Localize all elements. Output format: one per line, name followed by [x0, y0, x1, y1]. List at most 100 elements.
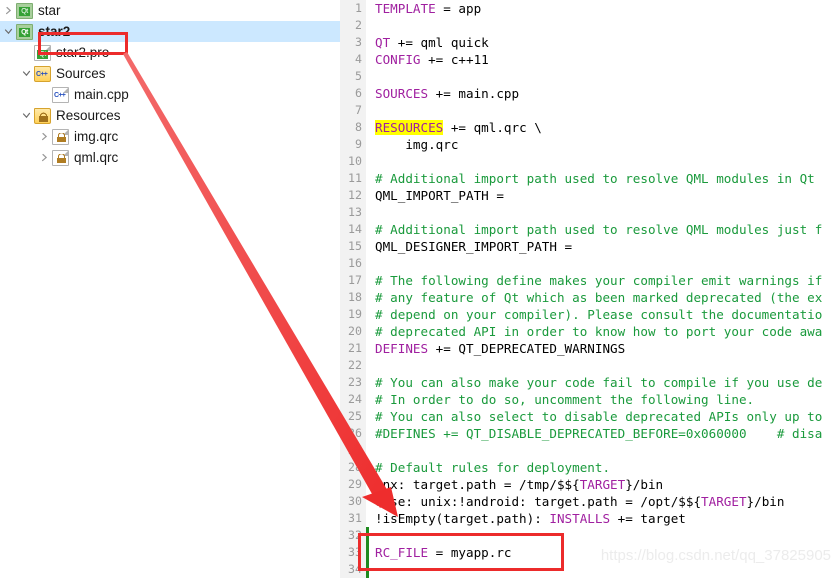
cpp-file-icon	[52, 86, 69, 103]
code-text: else: unix:!android: target.path = /opt/…	[369, 493, 784, 510]
code-token: #DEFINES += QT_DISABLE_DEPRECATED_BEFORE…	[375, 426, 823, 441]
tree-item-resources[interactable]: Resources	[0, 105, 340, 126]
code-text: !isEmpty(target.path): INSTALLS += targe…	[369, 510, 686, 527]
line-number: 7	[340, 102, 366, 119]
tree-item-main-cpp[interactable]: main.cpp	[0, 84, 340, 105]
code-token: RESOURCES	[375, 120, 444, 135]
code-token: # Additional import path used to resolve…	[375, 222, 823, 237]
code-line[interactable]: 17 # The following define makes your comp…	[340, 272, 837, 289]
line-number: 4	[340, 51, 366, 68]
code-line[interactable]: 19 # depend on your compiler). Please con…	[340, 306, 837, 323]
code-editor[interactable]: 1 TEMPLATE = app 2 3 QT += qml quick 4 CONFIG…	[340, 0, 837, 578]
code-line[interactable]: 10	[340, 153, 837, 170]
code-line[interactable]: 23 # You can also make your code fail to …	[340, 374, 837, 391]
project-tree-panel: star star2 star2.pro Sources main.cpp Resourc…	[0, 0, 340, 578]
code-line[interactable]: 13	[340, 204, 837, 221]
code-line[interactable]: 20 # deprecated API in order to know how …	[340, 323, 837, 340]
code-line[interactable]: 12 QML_IMPORT_PATH =	[340, 187, 837, 204]
line-number: 6	[340, 85, 366, 102]
code-token: += QT_DEPRECATED_WARNINGS	[428, 341, 626, 356]
code-text: RESOURCES += qml.qrc \	[369, 119, 542, 136]
chevron-right-icon[interactable]	[36, 132, 52, 141]
code-line[interactable]: 16	[340, 255, 837, 272]
code-line[interactable]: 3 QT += qml quick	[340, 34, 837, 51]
line-number: 23	[340, 374, 366, 391]
code-text: qnx: target.path = /tmp/$${TARGET}/bin	[369, 476, 663, 493]
code-line[interactable]: 11 # Additional import path used to resol…	[340, 170, 837, 187]
chevron-right-icon[interactable]	[36, 153, 52, 162]
line-number: 30	[340, 493, 366, 510]
qt-pro-file-icon	[34, 44, 51, 61]
tree-item-sources[interactable]: Sources	[0, 63, 340, 84]
code-line[interactable]: 7	[340, 102, 837, 119]
code-line[interactable]: 9 img.qrc	[340, 136, 837, 153]
cpp-folder-icon	[34, 65, 51, 82]
code-line[interactable]: 31 !isEmpty(target.path): INSTALLS += tar…	[340, 510, 837, 527]
line-number: 11	[340, 170, 366, 187]
code-token: # Additional import path used to resolve…	[375, 171, 815, 186]
code-text: # The following define makes your compil…	[369, 272, 822, 289]
tree-item-star2[interactable]: star2	[0, 21, 340, 42]
tree-item-star[interactable]: star	[0, 0, 340, 21]
code-line[interactable]: 32	[340, 527, 837, 544]
code-line[interactable]: 5	[340, 68, 837, 85]
code-line[interactable]: 6 SOURCES += main.cpp	[340, 85, 837, 102]
code-lines-container[interactable]: 1 TEMPLATE = app 2 3 QT += qml quick 4 CONFIG…	[340, 0, 837, 578]
code-line[interactable]: 33 RC_FILE = myapp.rc	[340, 544, 837, 561]
code-line[interactable]: 8 RESOURCES += qml.qrc \	[340, 119, 837, 136]
code-token: += qml.qrc \	[443, 120, 542, 135]
code-line[interactable]: 26 #DEFINES += QT_DISABLE_DEPRECATED_BEFO…	[340, 425, 837, 442]
code-line[interactable]: 24 # In order to do so, uncomment the fol…	[340, 391, 837, 408]
code-line[interactable]: 27	[340, 442, 837, 459]
line-number: 3	[340, 34, 366, 51]
code-text: SOURCES += main.cpp	[369, 85, 519, 102]
code-text: QML_DESIGNER_IMPORT_PATH =	[369, 238, 572, 255]
code-token: TARGET	[701, 494, 747, 509]
code-line[interactable]: 30 else: unix:!android: target.path = /op…	[340, 493, 837, 510]
code-token: qnx: target.path = /tmp/$${	[375, 477, 580, 492]
chevron-right-icon[interactable]	[0, 6, 16, 15]
code-text: img.qrc	[369, 136, 458, 153]
tree-item-label: star2.pro	[56, 45, 110, 60]
code-text: QML_IMPORT_PATH =	[369, 187, 504, 204]
tree-item-star2-pro[interactable]: star2.pro	[0, 42, 340, 63]
code-token: }/bin	[746, 494, 785, 509]
code-line[interactable]: 2	[340, 17, 837, 34]
code-line[interactable]: 14 # Additional import path used to resol…	[340, 221, 837, 238]
tree-item-qml-qrc[interactable]: qml.qrc	[0, 147, 340, 168]
code-text: CONFIG += c++11	[369, 51, 489, 68]
code-token: = app	[435, 1, 482, 16]
code-line[interactable]: 15 QML_DESIGNER_IMPORT_PATH =	[340, 238, 837, 255]
line-number: 26	[340, 425, 366, 442]
code-line[interactable]: 28 # Default rules for deployment.	[340, 459, 837, 476]
chevron-down-icon[interactable]	[18, 111, 34, 120]
chevron-down-icon[interactable]	[18, 69, 34, 78]
line-number: 20	[340, 323, 366, 340]
tree-item-label: qml.qrc	[74, 150, 119, 165]
code-line[interactable]: 21 DEFINES += QT_DEPRECATED_WARNINGS	[340, 340, 837, 357]
code-text: # Additional import path used to resolve…	[369, 221, 822, 238]
line-number: 33	[340, 544, 366, 561]
code-text: # You can also make your code fail to co…	[369, 374, 822, 391]
qt-project-icon	[16, 2, 33, 19]
code-line[interactable]: 34	[340, 561, 837, 578]
line-number: 18	[340, 289, 366, 306]
code-token: += qml quick	[390, 35, 489, 50]
tree-item-img-qrc[interactable]: img.qrc	[0, 126, 340, 147]
code-line[interactable]: 4 CONFIG += c++11	[340, 51, 837, 68]
code-line[interactable]: 29 qnx: target.path = /tmp/$${TARGET}/bin	[340, 476, 837, 493]
code-line[interactable]: 22	[340, 357, 837, 374]
code-text: DEFINES += QT_DEPRECATED_WARNINGS	[369, 340, 625, 357]
tree-item-label: Sources	[56, 66, 106, 81]
code-token: INSTALLS	[549, 511, 611, 526]
chevron-down-icon[interactable]	[0, 27, 16, 36]
code-line[interactable]: 25 # You can also select to disable depre…	[340, 408, 837, 425]
code-line[interactable]: 18 # any feature of Qt which as been mark…	[340, 289, 837, 306]
code-token: CONFIG	[375, 52, 421, 67]
code-line[interactable]: 1 TEMPLATE = app	[340, 0, 837, 17]
line-number: 15	[340, 238, 366, 255]
